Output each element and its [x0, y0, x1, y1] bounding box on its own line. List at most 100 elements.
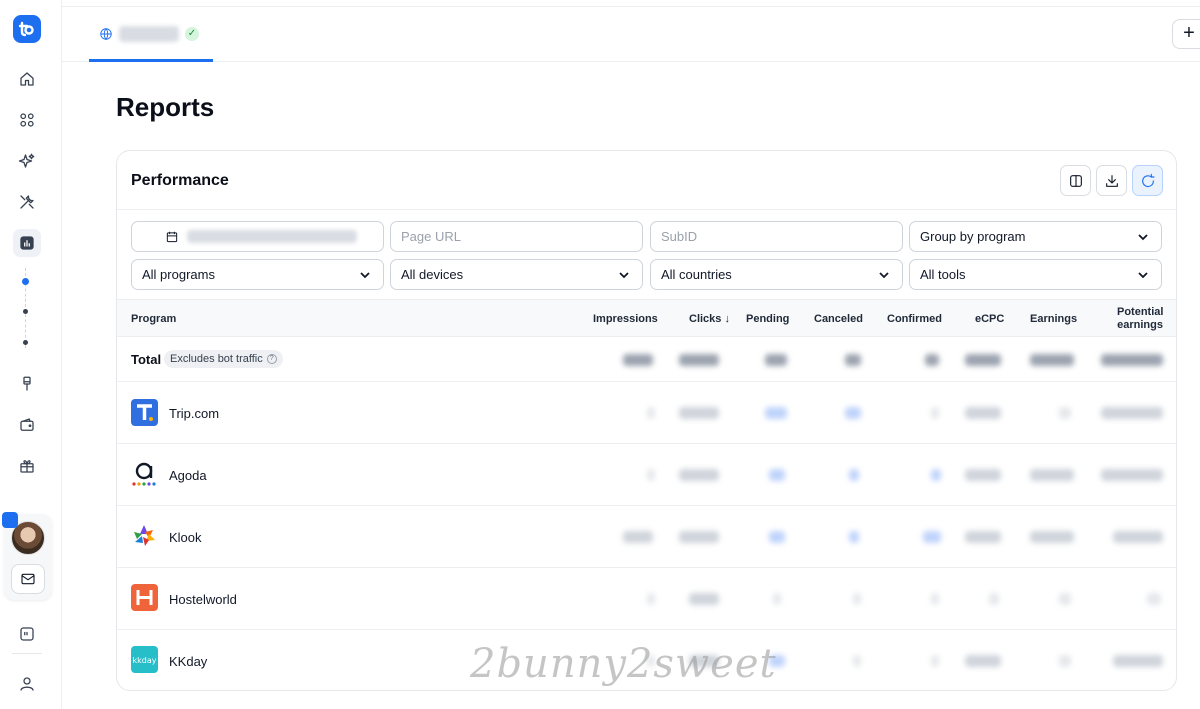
subnav-dot-performance[interactable]	[22, 278, 29, 285]
brush-icon	[23, 376, 31, 391]
devices-value: All devices	[401, 267, 464, 282]
subnav-dot-2[interactable]	[23, 309, 28, 314]
program-name[interactable]: KKday	[169, 654, 207, 669]
date-range-picker[interactable]	[131, 221, 384, 252]
redacted-value	[965, 354, 1001, 366]
columns-icon	[1069, 174, 1082, 187]
redacted-value	[765, 407, 787, 419]
user-icon	[20, 677, 34, 691]
redacted-value	[689, 593, 719, 605]
redacted-value	[845, 407, 861, 419]
page-title: Reports	[116, 92, 215, 122]
refresh-button[interactable]	[1132, 165, 1163, 196]
nav-tools[interactable]	[13, 188, 41, 216]
programs-select[interactable]: All programs	[131, 259, 384, 290]
col-clicks[interactable]: Clicks ↓	[689, 313, 730, 325]
redacted-value	[925, 354, 939, 366]
col-confirmed[interactable]: Confirmed	[887, 313, 942, 325]
calendar-icon	[165, 230, 179, 244]
redacted-value	[647, 469, 655, 481]
page-url-input[interactable]: Page URL	[390, 221, 643, 252]
redacted-value	[623, 354, 653, 366]
apps-icon	[20, 113, 34, 127]
brand-logo[interactable]	[13, 15, 41, 43]
chevron-down-icon	[618, 269, 630, 281]
program-name[interactable]: Klook	[169, 530, 202, 545]
col-program[interactable]: Program	[131, 313, 176, 325]
redacted-value	[989, 593, 999, 605]
redacted-value	[1059, 407, 1071, 419]
redacted-value	[1113, 655, 1163, 667]
program-name[interactable]: Hostelworld	[169, 592, 237, 607]
badge-text: Excludes bot traffic	[170, 353, 263, 365]
nav-reports[interactable]	[13, 229, 41, 257]
subnav-dot-3[interactable]	[23, 340, 28, 345]
col-impressions[interactable]: Impressions	[593, 313, 658, 325]
card-title: Performance	[131, 172, 229, 189]
countries-value: All countries	[661, 267, 732, 282]
site-tab[interactable]: ✓	[89, 8, 213, 62]
tools-select[interactable]: All tools	[909, 259, 1162, 290]
add-site-button[interactable]: +	[1172, 19, 1200, 49]
redacted-value	[1147, 593, 1161, 605]
help-icon[interactable]: ?	[266, 354, 277, 364]
messages-button[interactable]	[11, 564, 45, 594]
col-ecpc[interactable]: eCPC	[975, 313, 1004, 325]
redacted-value	[679, 469, 719, 481]
bot-traffic-badge: Excludes bot traffic ?	[164, 350, 283, 368]
chevron-down-icon	[1137, 269, 1149, 281]
program-name[interactable]: Trip.com	[169, 406, 219, 421]
download-button[interactable]	[1096, 165, 1127, 196]
redacted-value	[679, 354, 719, 366]
col-pending[interactable]: Pending	[746, 313, 789, 325]
nav-brush[interactable]	[13, 370, 41, 398]
redacted-value	[623, 531, 653, 543]
table-row[interactable]: Agoda	[117, 444, 1176, 506]
sidebar	[0, 0, 62, 709]
nav-ai[interactable]	[13, 147, 41, 175]
redacted-value	[931, 593, 939, 605]
col-earnings[interactable]: Earnings	[1030, 313, 1077, 325]
col-canceled[interactable]: Canceled	[814, 313, 863, 325]
date-range-redacted	[187, 230, 357, 243]
download-icon	[1105, 174, 1118, 187]
col-potential-earnings[interactable]: Potential earnings	[1117, 306, 1163, 332]
home-icon	[20, 72, 34, 86]
group-by-select[interactable]: Group by program	[909, 221, 1162, 252]
nav-feedback[interactable]	[13, 620, 41, 648]
nav-account[interactable]	[13, 670, 41, 698]
refresh-icon	[1141, 173, 1155, 187]
redacted-value	[769, 469, 785, 481]
col-potential-line1: Potential	[1117, 306, 1164, 318]
redacted-value	[853, 593, 861, 605]
redacted-value	[1030, 469, 1074, 481]
columns-button[interactable]	[1060, 165, 1091, 196]
nav-apps[interactable]	[13, 106, 41, 134]
nav-gift[interactable]	[13, 452, 41, 480]
redacted-value	[1113, 531, 1163, 543]
kkday-logo-icon: kkday	[131, 646, 158, 673]
redacted-value	[931, 655, 939, 667]
nav-wallet[interactable]	[13, 411, 41, 439]
mini-brand-icon	[2, 512, 18, 528]
redacted-value	[931, 469, 941, 481]
chevron-down-icon	[1137, 231, 1149, 243]
subid-input[interactable]: SubID	[650, 221, 903, 252]
devices-select[interactable]: All devices	[390, 259, 643, 290]
table-row[interactable]: Hostelworld	[117, 568, 1176, 630]
program-name[interactable]: Agoda	[169, 468, 207, 483]
nav-home[interactable]	[13, 65, 41, 93]
redacted-value	[647, 407, 655, 419]
redacted-value	[853, 655, 861, 667]
countries-select[interactable]: All countries	[650, 259, 903, 290]
table-row[interactable]: Trip.com	[117, 382, 1176, 444]
tools-value: All tools	[920, 267, 966, 282]
redacted-value	[965, 655, 1001, 667]
redacted-value	[965, 469, 1001, 481]
redacted-value	[965, 531, 1001, 543]
card-separator	[117, 209, 1176, 210]
table-row[interactable]: Klook	[117, 506, 1176, 568]
redacted-value	[1059, 593, 1071, 605]
hostelworld-logo-icon	[131, 584, 158, 611]
site-name-redacted	[119, 25, 179, 42]
